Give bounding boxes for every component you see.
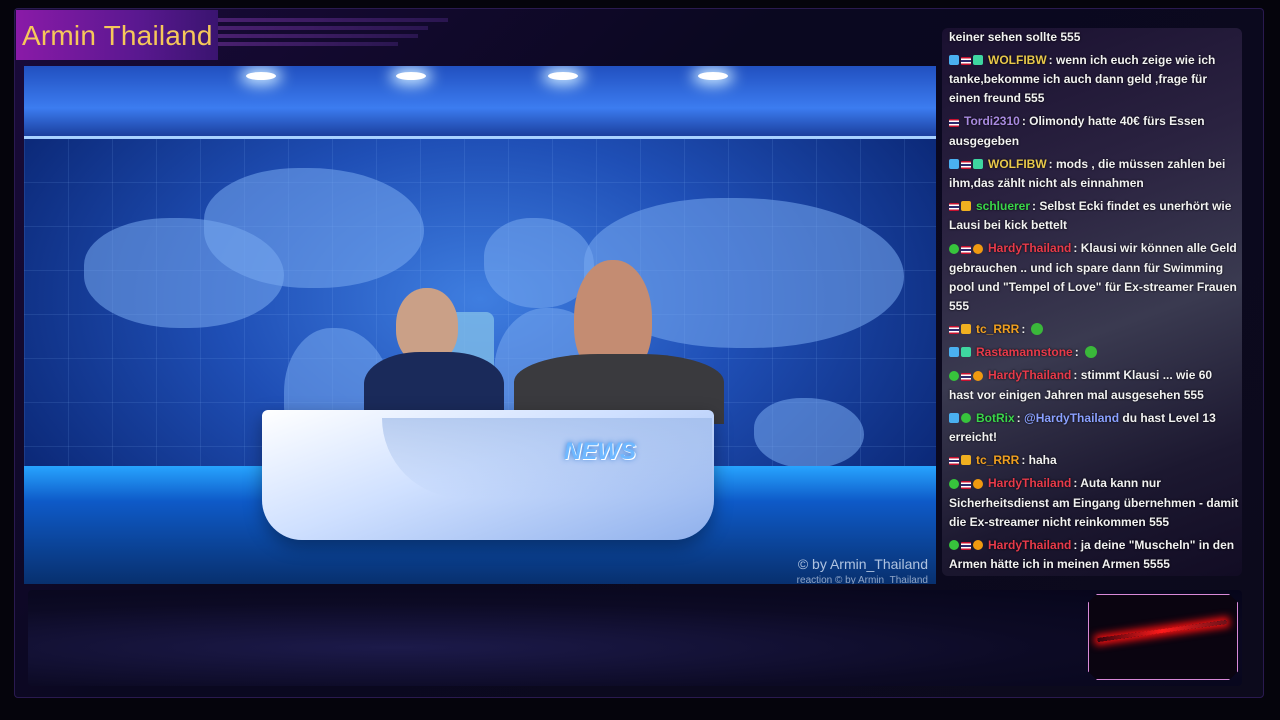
badge-group	[949, 51, 985, 70]
channel-title: Armin Thailand	[22, 20, 213, 51]
chat-text: keiner sehen sollte 555	[949, 30, 1081, 44]
gift-icon	[961, 347, 971, 358]
chat-message: tc_RRR:	[949, 320, 1239, 339]
badge-group	[949, 367, 985, 386]
chat-text: : haha	[1021, 452, 1057, 467]
chat-username[interactable]: HardyThailand	[988, 538, 1071, 552]
pin-icon	[949, 347, 959, 358]
chat-username[interactable]: tc_RRR	[976, 322, 1019, 336]
chat-message: WOLFIBW: mods , die müssen zahlen bei ih…	[949, 155, 1239, 193]
badge-group	[949, 240, 985, 259]
chat-username[interactable]: BotRix	[976, 411, 1015, 425]
badge-group	[949, 409, 973, 428]
badge-group	[949, 155, 985, 174]
chat-username[interactable]: Rastamannstone	[976, 345, 1073, 359]
mod-icon	[949, 478, 959, 489]
chat-message: Rastamannstone:	[949, 343, 1239, 362]
flag-icon	[949, 203, 959, 212]
decorative-stripes	[218, 18, 448, 50]
chat-username[interactable]: HardyThailand	[988, 241, 1071, 255]
flag-icon	[949, 118, 959, 127]
host-left	[324, 286, 514, 432]
flag-icon	[949, 457, 959, 466]
chat-message: BotRix: @HardyThailand du hast Level 13 …	[949, 409, 1239, 447]
chat-message: tc_RRR: haha	[949, 451, 1239, 470]
chat-username[interactable]: Tordi2310	[964, 114, 1020, 128]
badge-group	[949, 451, 973, 470]
badge-group	[949, 536, 985, 555]
chat-text: :	[1016, 410, 1025, 425]
crown-icon	[961, 323, 971, 334]
badge-group	[949, 113, 961, 132]
pin-icon	[949, 158, 959, 169]
news-desk: NEWS	[262, 410, 714, 540]
chat-message: WOLFIBW: wenn ich euch zeige wie ich tan…	[949, 51, 1239, 108]
warn-icon	[973, 539, 983, 550]
warn-icon	[973, 478, 983, 489]
mod-icon	[949, 539, 959, 550]
watermark-sub: reaction © by Armin_Thailand	[796, 575, 928, 584]
chat-username[interactable]: tc_RRR	[976, 453, 1019, 467]
chat-mention[interactable]: @HardyThailand	[1024, 411, 1119, 425]
watermark: © by Armin_Thailand	[797, 556, 928, 572]
flag-icon	[961, 160, 971, 169]
chat-username[interactable]: WOLFIBW	[988, 157, 1047, 171]
badge-group	[949, 475, 985, 494]
crown-icon	[961, 455, 971, 466]
flag-icon	[961, 480, 971, 489]
mod-icon	[961, 412, 971, 423]
chat-message: HardyThailand: Auta kann nur Sicherheits…	[949, 474, 1239, 531]
studio-ceiling	[24, 66, 936, 139]
chat-text: :	[1074, 344, 1079, 359]
badge-group	[949, 343, 973, 362]
chat-message: keiner sehen sollte 555	[949, 28, 1239, 47]
pin-icon	[949, 412, 959, 423]
laser-effect	[1097, 619, 1227, 643]
pin-icon	[949, 55, 959, 66]
chat-username[interactable]: schluerer	[976, 199, 1030, 213]
chat-text: :	[1021, 321, 1026, 336]
flag-icon	[949, 325, 959, 334]
emote-icon	[1084, 345, 1097, 358]
mod-icon	[949, 243, 959, 254]
chat-message-list: keiner sehen sollte 555 WOLFIBW: wenn ich…	[949, 28, 1239, 576]
cam-frame	[1088, 594, 1238, 680]
chat-message: HardyThailand: stimmt Klausi ... wie 60 …	[949, 366, 1239, 404]
chat-message: schluerer: Selbst Ecki findet es unerhör…	[949, 197, 1239, 235]
host-right	[504, 258, 724, 424]
chat-panel[interactable]: keiner sehen sollte 555 WOLFIBW: wenn ich…	[942, 28, 1242, 576]
badge-group	[949, 197, 973, 216]
news-label: NEWS	[564, 438, 636, 465]
flag-icon	[961, 245, 971, 254]
chat-username[interactable]: HardyThailand	[988, 368, 1071, 382]
flag-icon	[961, 372, 971, 381]
crown-icon	[961, 201, 971, 212]
gift-icon	[973, 158, 983, 169]
gift-icon	[973, 55, 983, 66]
flag-icon	[961, 541, 971, 550]
chat-username[interactable]: WOLFIBW	[988, 53, 1047, 67]
chat-username[interactable]: HardyThailand	[988, 476, 1071, 490]
chat-message: Tordi2310: Olimondy hatte 40€ fürs Essen…	[949, 112, 1239, 150]
mod-icon	[949, 370, 959, 381]
badge-group	[949, 320, 973, 339]
chat-message: HardyThailand: ja deine "Muscheln" in de…	[949, 536, 1239, 574]
emote-icon	[1031, 322, 1044, 335]
bottom-overlay-bar	[28, 590, 1242, 686]
video-feed: NEWS © by Armin_Thailand reaction © by A…	[24, 66, 936, 584]
flag-icon	[961, 57, 971, 66]
warn-icon	[973, 370, 983, 381]
warn-icon	[973, 243, 983, 254]
chat-message: HardyThailand: Klausi wir können alle Ge…	[949, 239, 1239, 315]
